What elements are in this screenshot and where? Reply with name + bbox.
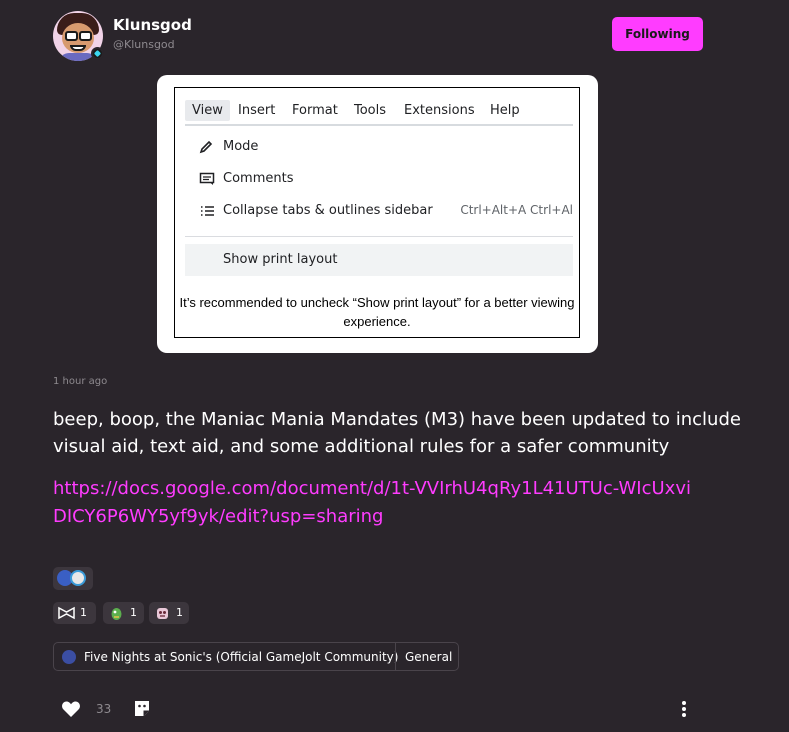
like-count[interactable]: 33 [96, 702, 111, 716]
sticker-stack[interactable] [53, 567, 93, 590]
reaction-count: 1 [176, 606, 183, 619]
post-body: beep, boop, the Maniac Mania Mandates (M… [53, 409, 741, 457]
community-name[interactable]: Five Nights at Sonic's (Official GameJol… [84, 650, 398, 664]
post-link[interactable]: https://docs.google.com/document/d/1t-VV… [53, 475, 703, 531]
community-channel[interactable]: General [405, 650, 452, 664]
screenshot-frame: View Insert Format Tools Extensions Help… [174, 87, 580, 338]
screenshot-caption: It’s recommended to uncheck “Show print … [179, 295, 575, 329]
menu-insert: Insert [238, 103, 276, 118]
comment-icon [199, 172, 215, 185]
avatar-glasses-left [65, 31, 78, 41]
menu-separator [185, 236, 573, 237]
menu-item-comments: Comments [185, 163, 573, 195]
menu-item-collapse-tabs: Collapse tabs & outlines sidebar Ctrl+Al… [185, 195, 573, 227]
verified-badge-icon [91, 47, 104, 60]
creature-icon [111, 608, 122, 620]
bowtie-icon [58, 606, 75, 620]
post-timestamp[interactable]: 1 hour ago [53, 376, 107, 387]
menu-divider [185, 124, 573, 126]
reaction-chip[interactable]: 1 [149, 602, 189, 624]
menu-item-shortcut: Ctrl+Alt+A Ctrl+Al [460, 203, 573, 217]
user-handle[interactable]: @Klunsgod [113, 38, 175, 51]
community-pill[interactable]: Five Nights at Sonic's (Official GameJol… [53, 642, 459, 671]
docs-menubar: View Insert Format Tools Extensions Help [175, 98, 579, 124]
pencil-icon [199, 140, 213, 154]
menu-item-label: Comments [223, 171, 294, 186]
menu-extensions: Extensions [404, 103, 475, 118]
sticker-character-icon [70, 570, 86, 586]
reaction-count: 1 [80, 606, 87, 619]
community-divider [395, 643, 396, 670]
like-heart-icon[interactable] [61, 700, 81, 718]
avatar-glasses-right [79, 31, 92, 41]
username[interactable]: Klunsgod [113, 16, 192, 34]
menu-view: View [185, 100, 230, 121]
menu-item-label: Mode [223, 139, 259, 154]
following-button[interactable]: Following [612, 17, 703, 51]
menu-format: Format [292, 103, 338, 118]
reaction-chip[interactable]: 1 [103, 602, 144, 624]
community-icon [62, 650, 76, 664]
more-options-icon[interactable] [677, 699, 691, 719]
list-icon [201, 206, 214, 216]
reaction-count: 1 [130, 606, 137, 619]
menu-help: Help [490, 103, 520, 118]
menu-item-label: Show print layout [223, 252, 338, 267]
menu-item-print-layout: Show print layout [185, 244, 573, 276]
robot-icon [157, 608, 168, 619]
menu-item-label: Collapse tabs & outlines sidebar [223, 203, 433, 218]
sticker-icon[interactable] [133, 699, 151, 718]
menu-tools: Tools [354, 103, 387, 118]
reaction-chip[interactable]: 1 [53, 602, 96, 624]
menu-item-mode: Mode [185, 131, 573, 163]
